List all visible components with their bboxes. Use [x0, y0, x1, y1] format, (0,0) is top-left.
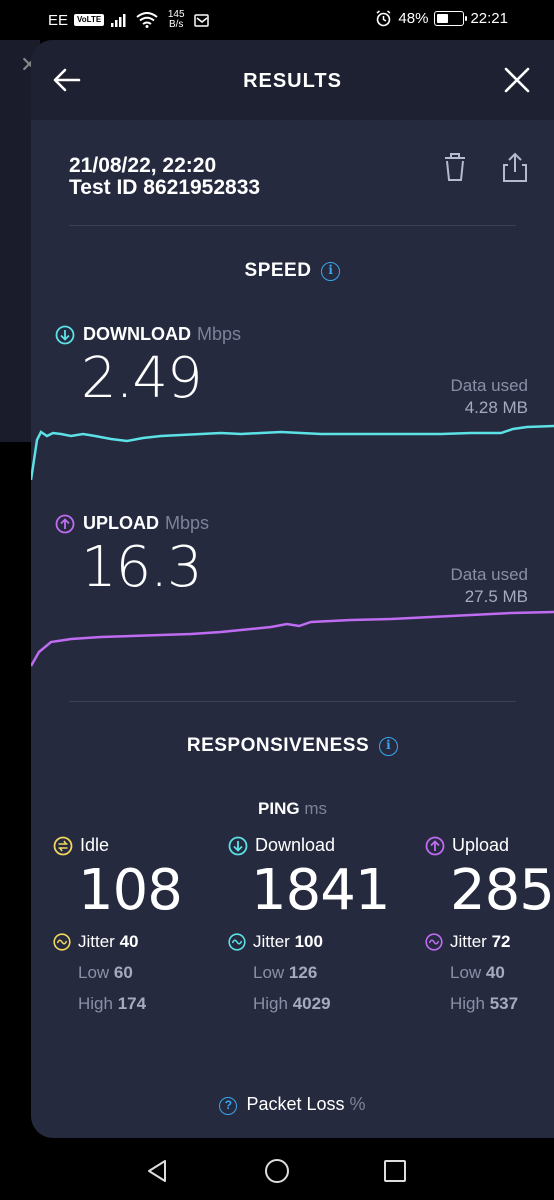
- help-icon[interactable]: ?: [219, 1097, 238, 1115]
- jitter-icon: [53, 933, 71, 951]
- test-id: Test ID 8621952833: [69, 176, 261, 199]
- upload-arrow-icon: [55, 514, 75, 533]
- home-circle-icon[interactable]: [264, 1158, 290, 1184]
- speed-section-title: SPEED i: [31, 260, 554, 282]
- responsiveness-section-title: RESPONSIVENESS i: [31, 735, 554, 757]
- jitter-icon: [425, 933, 443, 951]
- upload-speed-value: 16.3: [81, 535, 203, 600]
- ping-header: PING ms: [31, 799, 554, 819]
- navigation-bar: [0, 1138, 554, 1200]
- download-speed-value: 2.49: [81, 346, 203, 411]
- wifi-icon: [136, 12, 158, 28]
- upload-label: UPLOAD: [83, 513, 159, 533]
- download-arrow-icon: [55, 325, 75, 344]
- ping-upload-column: Upload 285 Jitter 72 Low 40 High 537: [425, 835, 554, 1014]
- divider: [69, 701, 516, 702]
- upload-ping-label: Upload: [452, 835, 510, 855]
- divider: [69, 225, 516, 226]
- download-high-value: 4029: [292, 994, 331, 1013]
- responsiveness-title: RESPONSIVENESS: [186, 735, 370, 756]
- back-triangle-icon[interactable]: [145, 1158, 169, 1184]
- notification-icon: [194, 14, 209, 27]
- close-icon[interactable]: [501, 64, 533, 96]
- low-label: Low: [450, 963, 482, 982]
- download-unit: Mbps: [196, 324, 241, 344]
- low-label: Low: [78, 963, 110, 982]
- signal-icon: [111, 14, 126, 27]
- download-label: DOWNLOAD: [83, 324, 191, 344]
- speed-title: SPEED: [244, 260, 312, 281]
- upload-unit: Mbps: [165, 513, 210, 533]
- upload-high-value: 537: [489, 994, 519, 1013]
- upload-icon: [425, 836, 445, 855]
- idle-ping-value: 108: [78, 858, 183, 923]
- ping-unit: ms: [304, 799, 327, 818]
- high-label: High: [78, 994, 113, 1013]
- upload-graph: [31, 610, 554, 667]
- download-icon: [228, 836, 248, 855]
- result-meta: 21/08/22, 22:20 Test ID 8621952833: [69, 155, 260, 199]
- result-datetime: 21/08/22, 22:20: [69, 154, 217, 177]
- high-label: High: [450, 994, 485, 1013]
- packet-loss-row: ? Packet Loss %: [31, 1094, 554, 1115]
- page-title: RESULTS: [243, 70, 342, 92]
- volte-badge: VoLTE: [74, 14, 105, 26]
- status-bar: EE VoLTE 145 B/s 48% 22:21: [0, 0, 554, 44]
- download-label-row: DOWNLOAD Mbps: [55, 324, 241, 345]
- low-label: Low: [253, 963, 285, 982]
- header-bar: RESULTS: [31, 40, 554, 120]
- download-ping-value: 1841: [251, 858, 391, 923]
- idle-low-value: 60: [113, 963, 133, 982]
- jitter-label: Jitter: [78, 932, 115, 951]
- jitter-label: Jitter: [253, 932, 290, 951]
- alarm-icon: [376, 10, 391, 27]
- battery-percent: 48%: [398, 10, 429, 27]
- download-data-used-label: Data used: [450, 376, 529, 395]
- recents-square-icon[interactable]: [383, 1158, 407, 1184]
- upload-ping-value: 285: [450, 858, 554, 923]
- download-graph: [31, 424, 554, 481]
- upload-data-used-label: Data used: [450, 565, 529, 584]
- idle-jitter-value: 40: [119, 932, 139, 951]
- upload-label-row: UPLOAD Mbps: [55, 513, 209, 534]
- idle-high-value: 174: [117, 994, 147, 1013]
- download-low-value: 126: [288, 963, 318, 982]
- trash-icon[interactable]: [439, 150, 471, 184]
- ping-idle-column: Idle 108 Jitter 40 Low 60 High 174: [53, 835, 183, 1014]
- net-speed: 145 B/s: [164, 10, 188, 30]
- ping-download-column: Download 1841 Jitter 100 Low 126 High 40…: [228, 835, 391, 1014]
- battery-icon: [434, 11, 468, 26]
- info-icon[interactable]: i: [321, 262, 341, 281]
- jitter-icon: [228, 933, 246, 951]
- upload-low-value: 40: [485, 963, 505, 982]
- download-ping-label: Download: [255, 835, 336, 855]
- upload-jitter-value: 72: [491, 932, 511, 951]
- carrier-label: EE: [48, 11, 69, 29]
- idle-label: Idle: [80, 835, 110, 855]
- high-label: High: [253, 994, 288, 1013]
- net-speed-unit: B/s: [168, 19, 184, 30]
- packet-loss-unit: %: [349, 1094, 366, 1114]
- download-jitter-value: 100: [294, 932, 323, 951]
- results-panel: RESULTS 21/08/22, 22:20 Test ID 86219528…: [31, 40, 554, 1138]
- info-icon[interactable]: i: [379, 737, 399, 756]
- clock: 22:21: [470, 10, 508, 27]
- share-icon[interactable]: [499, 150, 531, 184]
- ping-label: PING: [258, 799, 300, 818]
- jitter-label: Jitter: [450, 932, 487, 951]
- idle-icon: [53, 836, 73, 855]
- packet-loss-label: Packet Loss: [246, 1094, 345, 1114]
